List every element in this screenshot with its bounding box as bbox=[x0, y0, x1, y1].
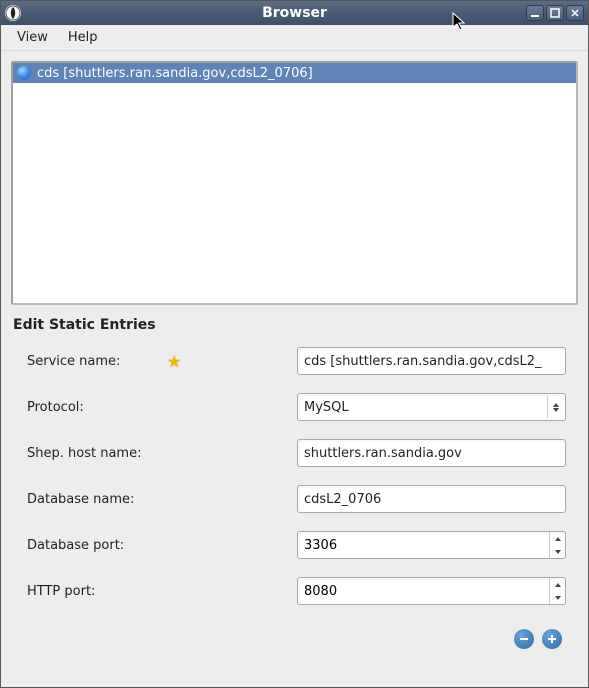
label-db-port: Database port: bbox=[27, 538, 167, 553]
label-protocol: Protocol: bbox=[27, 400, 167, 415]
shep-host-input[interactable] bbox=[297, 439, 566, 467]
http-port-input[interactable] bbox=[304, 584, 549, 599]
db-name-input[interactable] bbox=[297, 485, 566, 513]
row-shep-host: Shep. host name: bbox=[27, 439, 566, 467]
db-port-down[interactable] bbox=[550, 545, 565, 558]
list-item[interactable]: cds [shuttlers.ran.sandia.gov,cdsL2_0706… bbox=[13, 63, 576, 83]
content-area: cds [shuttlers.ran.sandia.gov,cdsL2_0706… bbox=[1, 51, 588, 687]
protocol-value: MySQL bbox=[304, 400, 547, 415]
row-protocol: Protocol: MySQL bbox=[27, 393, 566, 421]
browser-window: Browser View Help cds [shuttlers.ran.san… bbox=[0, 0, 589, 688]
star-icon[interactable]: ★ bbox=[167, 352, 181, 371]
list-item-label: cds [shuttlers.ran.sandia.gov,cdsL2_0706… bbox=[37, 66, 313, 81]
favorite-slot: ★ bbox=[167, 352, 297, 371]
label-db-name: Database name: bbox=[27, 492, 167, 507]
db-port-input[interactable] bbox=[304, 538, 549, 553]
label-http-port: HTTP port: bbox=[27, 584, 167, 599]
label-shep-host: Shep. host name: bbox=[27, 446, 167, 461]
entries-list[interactable]: cds [shuttlers.ran.sandia.gov,cdsL2_0706… bbox=[11, 61, 578, 305]
menu-view[interactable]: View bbox=[7, 26, 58, 49]
globe-icon bbox=[17, 66, 31, 80]
remove-button[interactable] bbox=[514, 629, 534, 649]
service-name-input[interactable] bbox=[297, 347, 566, 375]
titlebar[interactable]: Browser bbox=[1, 1, 588, 25]
maximize-button[interactable] bbox=[546, 5, 564, 21]
menu-help[interactable]: Help bbox=[58, 26, 108, 49]
window-title: Browser bbox=[262, 5, 327, 21]
minimize-button[interactable] bbox=[526, 5, 544, 21]
app-icon bbox=[5, 5, 21, 21]
row-service-name: Service name: ★ bbox=[27, 347, 566, 375]
row-db-port: Database port: bbox=[27, 531, 566, 559]
select-arrows-icon bbox=[547, 396, 563, 418]
http-port-up[interactable] bbox=[550, 578, 565, 591]
db-port-up[interactable] bbox=[550, 532, 565, 545]
add-button[interactable] bbox=[542, 629, 562, 649]
row-db-name: Database name: bbox=[27, 485, 566, 513]
http-port-down[interactable] bbox=[550, 591, 565, 604]
action-buttons bbox=[11, 623, 578, 649]
db-port-spinner[interactable] bbox=[297, 531, 566, 559]
label-service-name: Service name: bbox=[27, 354, 167, 369]
row-http-port: HTTP port: bbox=[27, 577, 566, 605]
section-title: Edit Static Entries bbox=[13, 317, 578, 333]
protocol-select[interactable]: MySQL bbox=[297, 393, 566, 421]
menubar: View Help bbox=[1, 25, 588, 51]
window-controls bbox=[526, 5, 584, 21]
http-port-spinner[interactable] bbox=[297, 577, 566, 605]
edit-form: Service name: ★ Protocol: MySQL bbox=[11, 347, 578, 623]
close-button[interactable] bbox=[566, 5, 584, 21]
